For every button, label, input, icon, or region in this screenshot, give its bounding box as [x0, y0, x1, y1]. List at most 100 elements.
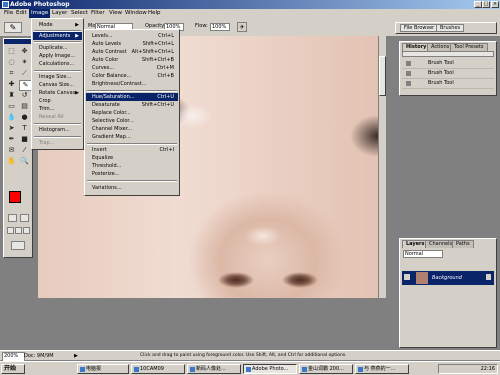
eye-icon[interactable]	[404, 274, 410, 280]
menu-item-invert[interactable]: Invert Ctrl+I	[86, 146, 178, 154]
menu-item-hue-saturation[interactable]: Hue/Saturation... Ctrl+U	[86, 93, 178, 101]
menu-layer[interactable]: Layer	[50, 9, 69, 18]
menu-item-threshold[interactable]: Threshold...	[86, 162, 178, 170]
start-button[interactable]: 开始	[1, 364, 25, 374]
scrollbar-thumb[interactable]	[379, 56, 386, 96]
menu-item-reveal-all: Reveal All	[39, 114, 64, 120]
menu-edit[interactable]: Edit	[14, 9, 29, 18]
toolbox: ⬚ ✥ ◌ ✶ ⌗ ⟋ ✚ ✎ ♜ ↺ ▭ ▤ 💧 ● ➤ T ✒ ■ ✉ ⁄ …	[3, 38, 33, 258]
layer-row-background[interactable]: Background	[402, 271, 494, 285]
pen-tool-icon[interactable]: ✒	[6, 135, 17, 144]
menu-item-auto-contrast[interactable]: Auto Contrast Alt+Shift+Ctrl+L	[86, 48, 178, 56]
history-brush-icon[interactable]: ↺	[19, 91, 30, 100]
path-selection-icon[interactable]: ➤	[6, 124, 17, 133]
taskbar-item[interactable]: 金山词霸 200...	[299, 364, 353, 374]
tool-presets-tab[interactable]: Tool Presets	[450, 43, 488, 51]
taskbar-item[interactable]: 10CAM09	[131, 364, 185, 374]
jump-to-imageready-icon[interactable]	[11, 241, 25, 250]
menu-item-channel-mixer[interactable]: Channel Mixer...	[86, 125, 178, 133]
lock-icon	[486, 274, 491, 280]
quick-mask-mode-icon[interactable]	[20, 214, 29, 222]
crop-tool-icon[interactable]: ⌗	[6, 69, 17, 78]
history-step[interactable]: Brush Tool	[402, 59, 494, 69]
dodge-tool-icon[interactable]: ●	[19, 113, 30, 122]
clock[interactable]: 22:16	[481, 366, 495, 372]
menu-item-canvas-size[interactable]: Canvas Size...	[33, 81, 82, 89]
shape-tool-icon[interactable]: ■	[19, 135, 30, 144]
menu-item-apply-image[interactable]: Apply Image...	[33, 52, 82, 60]
menu-item-variations[interactable]: Variations...	[86, 184, 178, 192]
menu-item-equalize[interactable]: Equalize	[86, 154, 178, 162]
menu-item-color-balance[interactable]: Color Balance... Ctrl+B	[86, 72, 178, 80]
file-browser-tab[interactable]: File Browser	[400, 24, 439, 32]
menu-item-adjustments[interactable]: Adjustments ▶	[33, 32, 82, 40]
menu-item-selective-color[interactable]: Selective Color...	[86, 117, 178, 125]
menu-item-brightness-contrast[interactable]: Brightness/Contrast...	[86, 80, 178, 88]
taskbar-item[interactable]: 电脑报	[77, 364, 129, 374]
menu-item-replace-color[interactable]: Replace Color...	[86, 109, 178, 117]
lasso-tool-icon[interactable]: ◌	[6, 58, 17, 67]
menu-filter[interactable]: Filter	[89, 9, 107, 18]
move-tool-icon[interactable]: ✥	[19, 47, 30, 56]
taskbar-item[interactable]: 新码人像处...	[187, 364, 241, 374]
clone-stamp-icon[interactable]: ♜	[6, 91, 17, 100]
minimize-button[interactable]: _	[474, 1, 482, 8]
foreground-color-swatch[interactable]	[9, 191, 21, 203]
type-tool-icon[interactable]: T	[19, 124, 30, 133]
flow-field[interactable]: 100%	[210, 23, 230, 31]
menu-item-trim[interactable]: Trim...	[33, 105, 82, 113]
app-icon	[302, 367, 307, 372]
magic-wand-icon[interactable]: ✶	[19, 58, 30, 67]
history-snapshot[interactable]	[402, 51, 494, 57]
menu-item-auto-color[interactable]: Auto Color Shift+Ctrl+B	[86, 56, 178, 64]
menu-select[interactable]: Select	[69, 9, 90, 18]
status-arrow-icon[interactable]: ▶	[74, 351, 98, 360]
menu-item-auto-levels[interactable]: Auto Levels Shift+Ctrl+L	[86, 40, 178, 48]
vertical-scrollbar[interactable]	[378, 36, 386, 298]
photoshop-app-icon	[246, 367, 251, 372]
menu-window[interactable]: Window	[123, 9, 149, 18]
blend-mode-select[interactable]: Normal	[403, 250, 443, 258]
eraser-tool-icon[interactable]: ▭	[6, 102, 17, 111]
brush-tool-preset-icon[interactable]: ✎	[4, 22, 22, 33]
screen-mode-standard-icon[interactable]	[7, 227, 14, 234]
screen-mode-full-icon[interactable]	[23, 227, 30, 234]
menu-view[interactable]: View	[107, 9, 124, 18]
maximize-button[interactable]: □	[482, 1, 490, 8]
menu-item-gradient-map[interactable]: Gradient Map...	[86, 133, 178, 141]
toolbox-title-bar[interactable]	[4, 39, 32, 44]
menu-item-duplicate[interactable]: Duplicate...	[33, 44, 82, 52]
blur-tool-icon[interactable]: 💧	[6, 113, 17, 122]
menu-help[interactable]: Help	[146, 9, 163, 18]
history-step[interactable]: Brush Tool	[402, 79, 494, 89]
slice-tool-icon[interactable]: ⟋	[19, 69, 30, 78]
taskbar-item-active[interactable]: Adobe Photo...	[243, 364, 297, 374]
menu-item-histogram[interactable]: Histogram...	[33, 126, 82, 134]
menu-item-calculations[interactable]: Calculations...	[33, 60, 82, 68]
history-step[interactable]: Brush Tool	[402, 69, 494, 79]
hand-tool-icon[interactable]: ✋	[6, 157, 17, 166]
eyedropper-icon[interactable]: ⁄	[19, 146, 30, 155]
notes-tool-icon[interactable]: ✉	[6, 146, 17, 155]
menu-item-crop[interactable]: Crop	[33, 97, 82, 105]
menu-item-posterize[interactable]: Posterize...	[86, 170, 178, 178]
menu-item-levels[interactable]: Levels... Ctrl+L	[86, 32, 178, 40]
menu-item-image-size[interactable]: Image Size...	[33, 73, 82, 81]
menu-item-desaturate[interactable]: Desaturate Shift+Ctrl+U	[86, 101, 178, 109]
airbrush-icon[interactable]: ✈	[237, 22, 247, 32]
screen-mode-full-menu-icon[interactable]	[15, 227, 22, 234]
menu-item-curves[interactable]: Curves... Ctrl+M	[86, 64, 178, 72]
marquee-tool-icon[interactable]: ⬚	[6, 47, 17, 56]
menu-item-rotate-canvas[interactable]: Rotate Canvas ▶	[33, 89, 82, 97]
healing-brush-icon[interactable]: ✚	[6, 80, 17, 89]
menu-item-mode[interactable]: Mode ▶	[33, 21, 82, 29]
gradient-tool-icon[interactable]: ▤	[19, 102, 30, 111]
taskbar-item[interactable]: 与 燕燕的一...	[355, 364, 409, 374]
menu-image[interactable]: Image	[29, 9, 51, 18]
brushes-tab[interactable]: Brushes	[436, 24, 465, 32]
zoom-tool-icon[interactable]: 🔍	[19, 157, 30, 166]
close-button[interactable]: ×	[491, 1, 499, 8]
standard-mode-icon[interactable]	[8, 214, 17, 222]
layer-name: Background	[432, 275, 462, 281]
paths-tab[interactable]: Paths	[452, 240, 474, 248]
